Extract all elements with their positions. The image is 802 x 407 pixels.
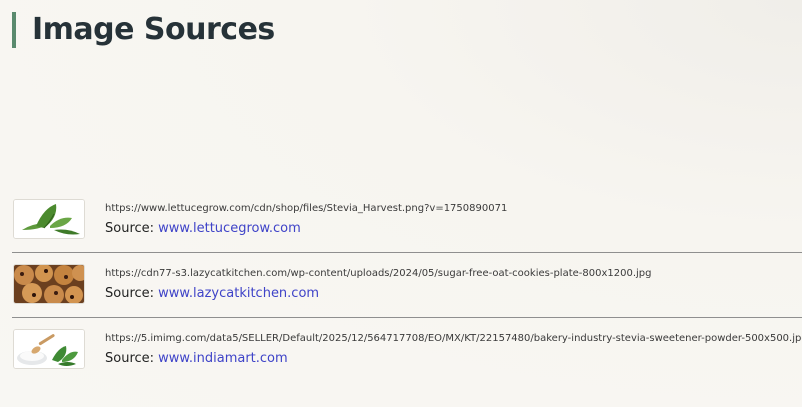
source-label: Source: bbox=[105, 351, 159, 366]
stevia-leaves-icon[interactable] bbox=[13, 199, 85, 239]
list-item: https://5.imimg.com/data5/SELLER/Default… bbox=[12, 326, 802, 382]
source-link[interactable]: www.lazycatkitchen.com bbox=[158, 286, 319, 301]
source-line: Source: www.lettucegrow.com bbox=[105, 221, 301, 236]
source-label: Source: bbox=[105, 286, 159, 301]
title-accent-bar: Image Sources bbox=[12, 12, 275, 48]
source-link[interactable]: www.lettucegrow.com bbox=[158, 221, 301, 236]
stevia-powder-icon[interactable] bbox=[13, 329, 85, 369]
source-line: Source: www.indiamart.com bbox=[105, 351, 288, 366]
oat-cookies-icon[interactable] bbox=[13, 264, 85, 304]
source-link[interactable]: www.indiamart.com bbox=[158, 351, 288, 366]
source-list: https://www.lettucegrow.com/cdn/shop/fil… bbox=[12, 196, 802, 390]
source-line: Source: www.lazycatkitchen.com bbox=[105, 286, 319, 301]
image-url: https://5.imimg.com/data5/SELLER/Default… bbox=[105, 333, 802, 344]
image-url: https://www.lettucegrow.com/cdn/shop/fil… bbox=[105, 203, 508, 214]
list-item: https://cdn77-s3.lazycatkitchen.com/wp-c… bbox=[12, 261, 802, 318]
source-label: Source: bbox=[105, 221, 159, 236]
page-title: Image Sources bbox=[32, 12, 275, 47]
list-item: https://www.lettucegrow.com/cdn/shop/fil… bbox=[12, 196, 802, 253]
image-url: https://cdn77-s3.lazycatkitchen.com/wp-c… bbox=[105, 268, 652, 279]
